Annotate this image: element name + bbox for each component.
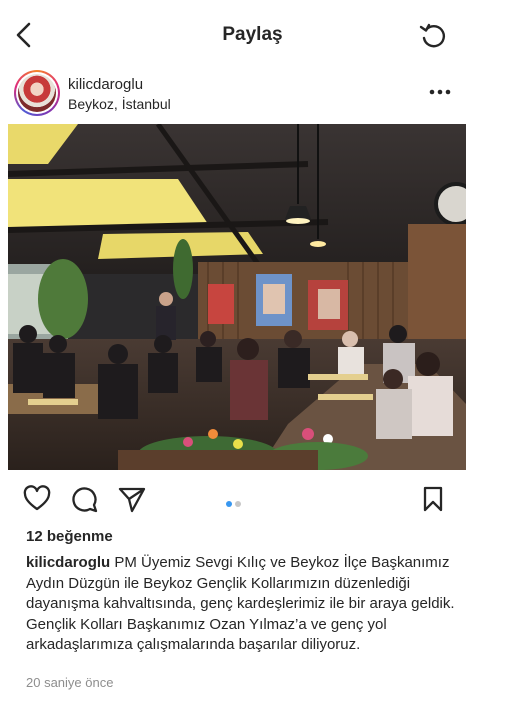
top-bar: Paylaş: [0, 0, 505, 66]
post-username[interactable]: kilicdaroglu: [68, 76, 143, 93]
refresh-icon: [419, 23, 445, 48]
avatar[interactable]: [14, 70, 60, 116]
post-caption: kilicdaroglu PM Üyemiz Sevgi Kılıç ve Be…: [26, 553, 466, 656]
like-button[interactable]: [22, 484, 52, 514]
comment-button[interactable]: [70, 484, 100, 514]
post-timestamp: 20 saniye önce: [26, 675, 114, 690]
caption-username[interactable]: kilicdaroglu: [26, 554, 110, 571]
likes-count[interactable]: 12 beğenme: [26, 528, 113, 545]
carousel-indicator: [226, 494, 244, 507]
more-options-button[interactable]: [427, 82, 453, 102]
post-actions: [0, 478, 505, 518]
comment-icon: [72, 487, 98, 513]
avatar-image: [18, 74, 56, 112]
share-button[interactable]: [117, 484, 147, 514]
carousel-dot: [235, 501, 241, 507]
send-icon: [118, 487, 146, 513]
post-header: kilicdaroglu Beykoz, İstanbul: [0, 66, 505, 124]
avatar-ring: [16, 72, 58, 114]
more-horizontal-icon: [429, 89, 451, 95]
bookmark-icon: [423, 486, 443, 512]
heart-icon: [23, 485, 51, 511]
carousel-dot-active: [226, 501, 232, 507]
photo-scene: [8, 124, 466, 470]
refresh-button[interactable]: [418, 21, 448, 51]
save-button[interactable]: [418, 484, 448, 514]
post-photo[interactable]: [8, 124, 466, 470]
post-location[interactable]: Beykoz, İstanbul: [68, 96, 171, 112]
